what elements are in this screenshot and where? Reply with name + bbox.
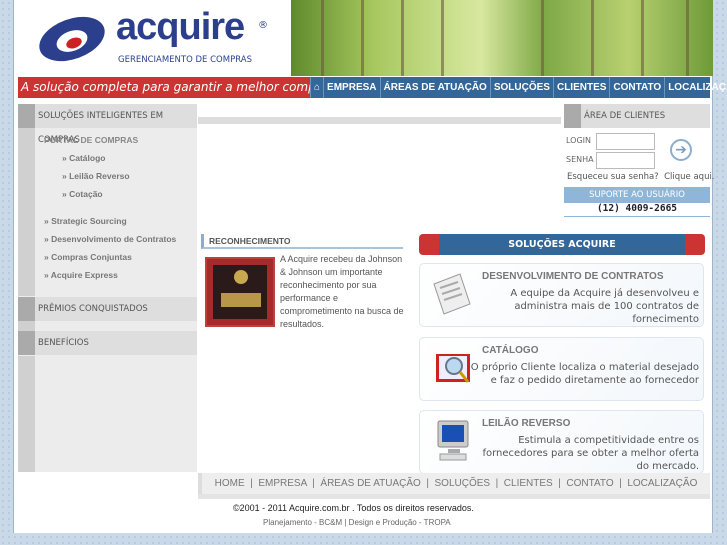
- nav-contato[interactable]: CONTATO: [609, 77, 664, 98]
- support-banner[interactable]: SUPORTE AO USUÁRIO: [564, 187, 710, 203]
- page: acquire ® GERENCIAMENTO DE COMPRAS A sol…: [13, 0, 727, 533]
- login-label: LOGIN: [566, 136, 592, 145]
- login-input[interactable]: [596, 133, 655, 150]
- footer-divider: [198, 494, 710, 499]
- sidebar-item-cotacao[interactable]: » Cotação: [62, 189, 103, 199]
- logo-mark-icon: [39, 16, 105, 62]
- main-nav: ⌂ EMPRESA ÁREAS DE ATUAÇÃO SOLUÇÕES CLIE…: [310, 77, 727, 98]
- sidebar-item-strategic[interactable]: » Strategic Sourcing: [44, 216, 127, 226]
- credits: Planejamento - BC&M | Design e Produção …: [263, 518, 451, 527]
- forgot-password-link[interactable]: Esqueceu sua senha? Clique aqui.: [567, 172, 715, 182]
- nav-localizacao[interactable]: LOCALIZAÇÃO: [664, 77, 727, 98]
- award-plaque-image: [205, 257, 275, 327]
- password-input[interactable]: [596, 152, 655, 169]
- divider: [198, 117, 561, 124]
- sidebar-heading-premios[interactable]: PRÊMIOS CONQUISTADOS: [18, 297, 197, 321]
- sidebar-item-catalogo[interactable]: » Catálogo: [62, 153, 105, 163]
- sidebar-item-leilao[interactable]: » Leilão Reverso: [62, 171, 130, 181]
- client-area: ÁREA DE CLIENTES LOGIN SENHA ➔ Esqueceu …: [564, 104, 715, 217]
- nav-areas[interactable]: ÁREAS DE ATUAÇÃO: [379, 77, 490, 98]
- support-phone: (12) 4009-2665: [564, 203, 710, 217]
- card-title: CATÁLOGO: [482, 345, 539, 356]
- sidebar: SOLUÇÕES INTELIGENTES EM COMPRAS PORTAL …: [18, 104, 197, 472]
- nav-solucoes[interactable]: SOLUÇÕES: [489, 77, 553, 98]
- sidebar-item-express[interactable]: » Acquire Express: [44, 270, 118, 280]
- recognition-title: RECONHECIMENTO: [201, 234, 403, 249]
- recognition-text: A Acquire recebeu da Johnson & Johnson u…: [280, 254, 404, 329]
- header-photo: [291, 0, 713, 76]
- sidebar-heading-solucoes[interactable]: SOLUÇÕES INTELIGENTES EM COMPRAS: [18, 104, 197, 145]
- document-icon: [433, 273, 471, 315]
- card-text: Estimula a competitividade entre os forn…: [482, 435, 699, 472]
- sidebar-portal[interactable]: PORTAL DE COMPRAS: [44, 135, 138, 145]
- card-title: DESENVOLVIMENTO DE CONTRATOS: [482, 271, 664, 282]
- logo[interactable]: acquire ® GERENCIAMENTO DE COMPRAS: [14, 0, 291, 76]
- slogan: A solução completa para garantir a melho…: [18, 77, 332, 98]
- sidebar-item-contratos[interactable]: » Desenvolvimento de Contratos: [44, 234, 176, 244]
- client-area-title: ÁREA DE CLIENTES: [564, 104, 710, 128]
- sidebar-item-compras-conjuntas[interactable]: » Compras Conjuntas: [44, 252, 132, 262]
- registered-mark: ®: [258, 20, 268, 31]
- password-label: SENHA: [566, 155, 594, 164]
- nav-empresa[interactable]: EMPRESA: [323, 77, 379, 98]
- solution-card-contratos[interactable]: DESENVOLVIMENTO DE CONTRATOS A equipe da…: [419, 263, 704, 327]
- home-icon[interactable]: ⌂: [310, 77, 323, 98]
- copyright: ©2001 - 2011 Acquire.com.br . Todos os d…: [233, 503, 474, 513]
- logo-brand: acquire: [116, 6, 245, 48]
- logo-tagline: GERENCIAMENTO DE COMPRAS: [118, 55, 252, 65]
- sidebar-heading-beneficios[interactable]: BENEFÍCIOS: [18, 331, 197, 355]
- footer-nav[interactable]: HOME | EMPRESA | ÁREAS DE ATUAÇÃO | SOLU…: [198, 473, 710, 494]
- card-title: LEILÃO REVERSO: [482, 418, 571, 429]
- card-text: A equipe da Acquire já desenvolveu e adm…: [510, 288, 699, 325]
- login-submit-arrow-icon[interactable]: ➔: [670, 139, 692, 161]
- solution-card-leilao[interactable]: LEILÃO REVERSO Estimula a competitividad…: [419, 410, 704, 474]
- solutions-header: SOLUÇÕES ACQUIRE: [419, 234, 705, 255]
- nav-clientes[interactable]: CLIENTES: [552, 77, 609, 98]
- card-text: O próprio Cliente localiza o material de…: [470, 362, 699, 386]
- solution-card-catalogo[interactable]: CATÁLOGO O próprio Cliente localiza o ma…: [419, 337, 704, 401]
